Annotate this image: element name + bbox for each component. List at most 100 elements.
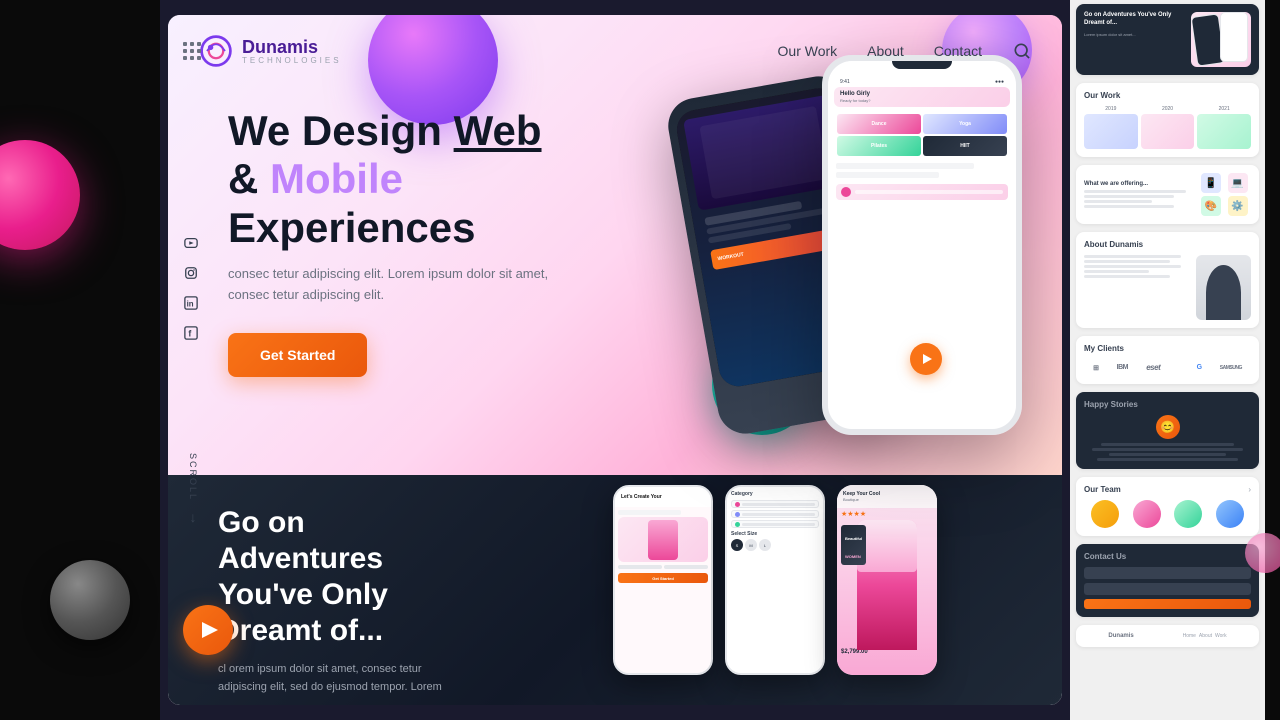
navbar: Dunamis Technologies Our Work About Cont… xyxy=(168,15,1062,87)
rp-hero-phones-preview xyxy=(1191,12,1251,67)
rp-team-card: Our Team › xyxy=(1076,477,1259,536)
rp-contact-input-2[interactable] xyxy=(1084,583,1251,595)
dark-title-line1: Go on Adventures xyxy=(218,506,383,575)
rp-work-years: 2019 2020 2021 xyxy=(1084,106,1251,149)
rp-footer-card: Dunamis Home About Work xyxy=(1076,625,1259,647)
rp-person-figure xyxy=(1206,265,1241,320)
rp-work-year-2019: 2019 xyxy=(1084,106,1138,149)
rp-hero-preview: Go on Adventures You've Only Dreamt of..… xyxy=(1084,12,1251,67)
grid-dot xyxy=(197,56,201,60)
rp-work-thumb-1 xyxy=(1084,114,1138,149)
logo-text: Dunamis Technologies xyxy=(242,38,342,65)
client-3: eset xyxy=(1146,363,1160,372)
dark-phone-3: Keep Your Cool Boutique ★★★★ $2,799.00 xyxy=(837,485,937,675)
dark-section-title: Go on Adventures You've Only Dreamt of..… xyxy=(218,505,458,649)
grid-dot xyxy=(197,49,201,53)
social-icons: in f xyxy=(183,235,199,341)
main-content-area: Dunamis Technologies Our Work About Cont… xyxy=(168,15,1062,705)
right-black-panel xyxy=(1265,0,1280,720)
rp-happy-lines xyxy=(1084,443,1251,461)
rp-offering-card: What we are offering... 📱 💻 🎨 xyxy=(1076,165,1259,224)
hero-title-experiences: Experiences xyxy=(228,204,476,251)
rp-offering-icons: 📱 💻 🎨 ⚙️ xyxy=(1201,173,1251,216)
rp-footer-link-1[interactable]: Home xyxy=(1183,633,1196,639)
rp-happy-card: Happy Stories 😊 xyxy=(1076,392,1259,469)
rp-our-work-card: Our Work 2019 2020 2021 xyxy=(1076,83,1259,157)
rp-offering-title: What we are offering... xyxy=(1084,181,1197,187)
grid-dot xyxy=(197,42,201,46)
rp-icon-2: 💻 xyxy=(1228,173,1248,193)
rp-team-expand[interactable]: › xyxy=(1248,485,1251,494)
rp-happy-line-1 xyxy=(1101,443,1235,446)
rp-hero-heading: Go on Adventures You've Only Dreamt of..… xyxy=(1084,12,1187,28)
dark-title-line3: Dreamt of... xyxy=(218,614,383,647)
search-icon[interactable] xyxy=(1012,41,1032,61)
rp-contact-submit[interactable] xyxy=(1084,599,1251,609)
rp-about-line-5 xyxy=(1084,275,1170,278)
nav-our-work[interactable]: Our Work xyxy=(778,43,838,59)
scroll-arrow-icon: ↓ xyxy=(190,509,197,525)
phone-mockups: WORKOUT 9:41 ●●● xyxy=(652,55,1032,475)
rp-about-card: About Dunamis xyxy=(1076,232,1259,328)
youtube-icon[interactable] xyxy=(183,235,199,251)
brand-name: Dunamis xyxy=(242,38,342,56)
grid-dot xyxy=(190,49,194,53)
dark-section-description: cl orem ipsum dolor sit amet, consec tet… xyxy=(218,661,458,696)
grid-dot xyxy=(183,49,187,53)
hero-description: consec tetur adipiscing elit. Lorem ipsu… xyxy=(228,264,588,306)
logo[interactable]: Dunamis Technologies xyxy=(198,33,342,69)
client-microsoft: ⊞ xyxy=(1093,364,1098,372)
rp-happy-title: Happy Stories xyxy=(1084,400,1251,409)
rp-happy-content: 😊 xyxy=(1084,415,1251,461)
rp-about-line-2 xyxy=(1084,260,1170,263)
rp-line-3 xyxy=(1084,200,1152,203)
rp-hero-text: Go on Adventures You've Only Dreamt of..… xyxy=(1084,12,1187,67)
client-samsung: SAMSUNG xyxy=(1220,365,1242,371)
rp-offering-content: What we are offering... 📱 💻 🎨 xyxy=(1084,173,1251,216)
hero-title: We Design Web & Mobile Experiences xyxy=(228,107,638,252)
grid-dot xyxy=(183,56,187,60)
rp-about-title: About Dunamis xyxy=(1084,240,1251,249)
rp-about-lines xyxy=(1084,255,1192,278)
rp-year-label-3: 2021 xyxy=(1197,106,1251,112)
dark-phone-1: Let's Create Your Get Started xyxy=(613,485,713,675)
rp-about-line-4 xyxy=(1084,270,1149,273)
instagram-icon[interactable] xyxy=(183,265,199,281)
rp-clients-logos: ⊞ IBM eset G SAMSUNG xyxy=(1084,359,1251,376)
rp-hero-subtext: Lorem ipsum dolor sit amet... xyxy=(1084,32,1187,38)
rp-about-line-1 xyxy=(1084,255,1181,258)
rp-icon-3: 🎨 xyxy=(1201,196,1221,216)
play-icon xyxy=(923,354,932,364)
app-grid: Dance Yoga Pilates HIIT xyxy=(834,111,1010,159)
nav-about[interactable]: About xyxy=(867,43,904,59)
rp-year-label-1: 2019 xyxy=(1084,106,1138,112)
dark-title-line2: You've Only xyxy=(218,578,388,611)
play-button[interactable] xyxy=(910,343,942,375)
nav-contact[interactable]: Contact xyxy=(934,43,982,59)
rp-team-title: Our Team xyxy=(1084,485,1121,494)
dark-section-play-button[interactable] xyxy=(183,605,233,655)
grid-menu-icon[interactable] xyxy=(183,42,201,60)
rp-about-text xyxy=(1084,255,1192,320)
rp-footer-link-2[interactable]: About xyxy=(1199,633,1212,639)
hero-title-mobile-wrap: & Mobile xyxy=(228,155,403,202)
logo-icon xyxy=(198,33,234,69)
phone-header: Let's Create Your xyxy=(615,487,711,507)
svg-text:f: f xyxy=(188,329,191,339)
rp-footer-link-3[interactable]: Work xyxy=(1215,633,1227,639)
dark-phone-2: Category xyxy=(725,485,825,675)
facebook-icon[interactable]: f xyxy=(183,325,199,341)
rp-happy-avatar: 😊 xyxy=(1156,415,1180,439)
rp-contact-input-1[interactable] xyxy=(1084,567,1251,579)
rp-about-line-3 xyxy=(1084,265,1181,268)
grid-dot xyxy=(190,56,194,60)
rp-mini-phone-2 xyxy=(1220,12,1248,62)
rp-icon-1: 📱 xyxy=(1201,173,1221,193)
get-started-button[interactable]: Get Started xyxy=(228,333,367,377)
linkedin-icon[interactable]: in xyxy=(183,295,199,311)
rp-contact-card: Contact Us xyxy=(1076,544,1259,617)
rp-team-avatars xyxy=(1084,500,1251,528)
client-ibm: IBM xyxy=(1117,364,1128,371)
rp-about-person xyxy=(1196,255,1251,320)
grid-dot xyxy=(183,42,187,46)
